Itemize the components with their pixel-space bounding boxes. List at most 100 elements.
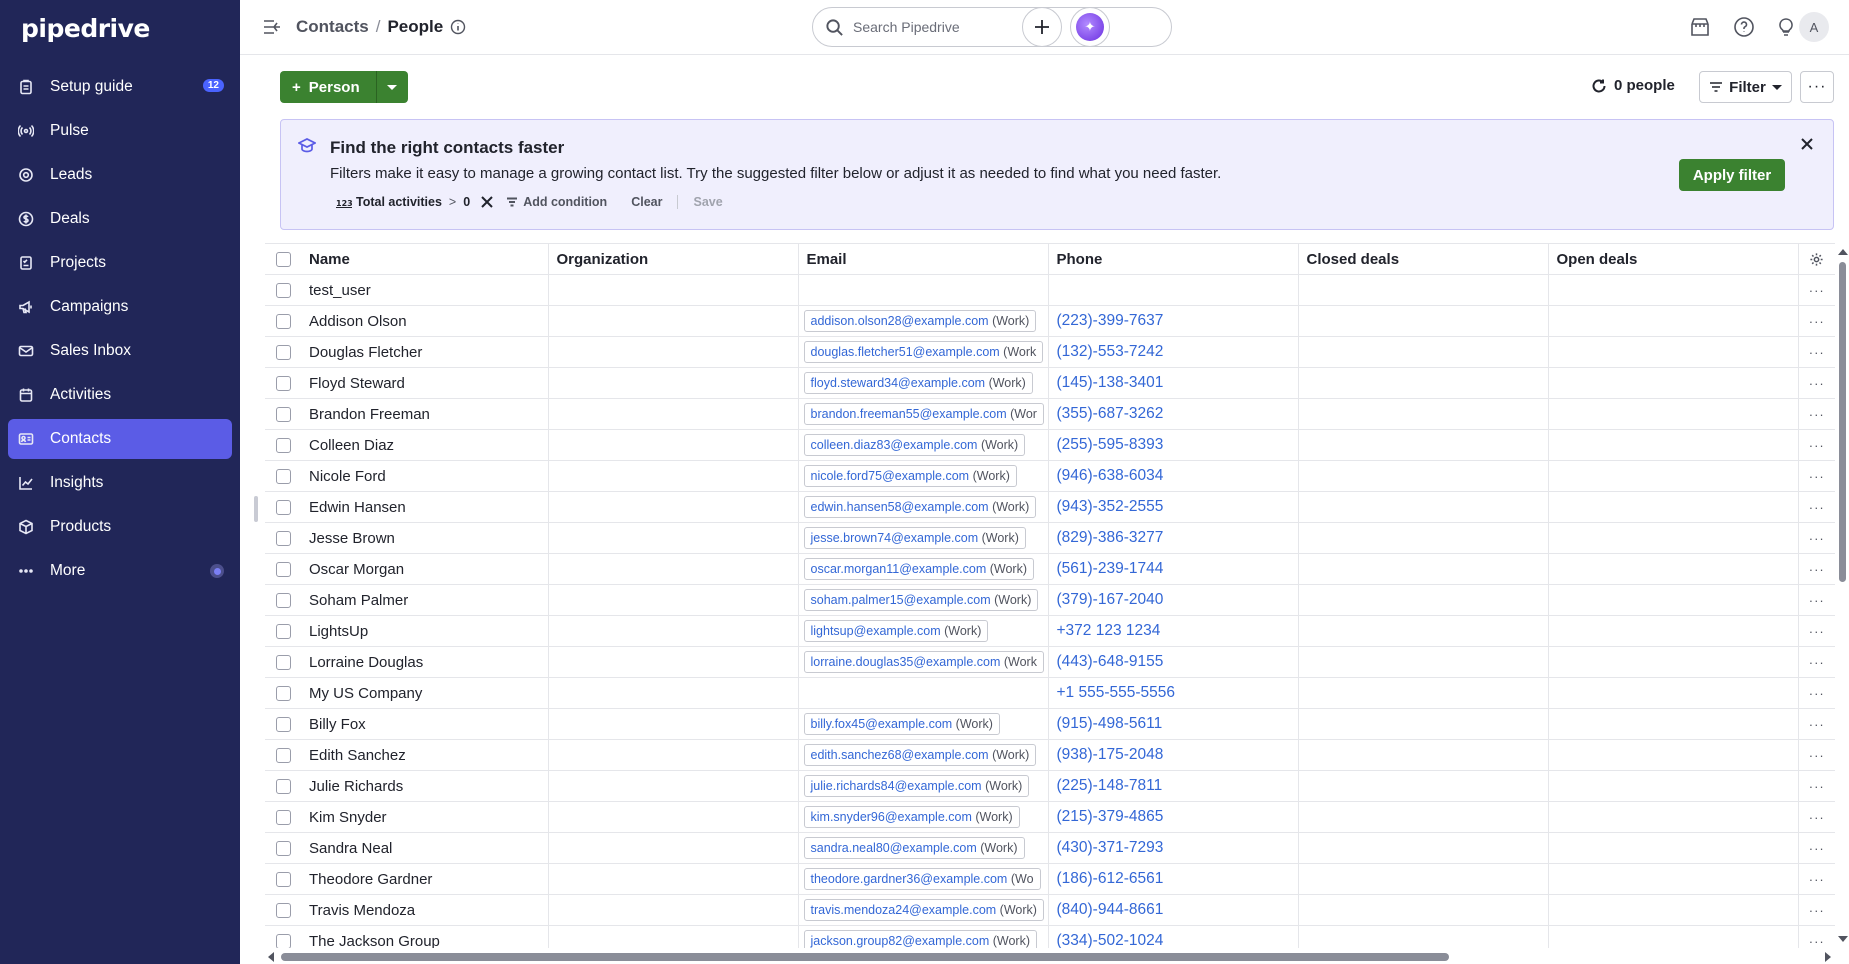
phone-link[interactable]: (943)-352-2555 — [1057, 498, 1164, 515]
open-deals-cell[interactable] — [1548, 584, 1799, 616]
sidebar-item-contacts[interactable]: Contacts — [8, 419, 232, 459]
email-chip[interactable]: floyd.steward34@example.com (Work) — [803, 372, 1033, 394]
open-deals-cell[interactable] — [1548, 429, 1799, 461]
email-chip[interactable]: billy.fox45@example.com (Work) — [803, 713, 1000, 735]
table-row[interactable]: The Jackson Group jackson.group82@example… — [265, 925, 1835, 948]
sidebar-item-more[interactable]: More — [8, 551, 232, 591]
sidebar-item-sales-inbox[interactable]: Sales Inbox — [8, 331, 232, 371]
phone-link[interactable]: (829)-386-3277 — [1057, 529, 1164, 546]
open-deals-cell[interactable] — [1548, 336, 1799, 368]
row-checkbox[interactable] — [275, 407, 291, 423]
table-row[interactable]: Douglas Fletcher douglas.fletcher51@examp… — [265, 336, 1835, 368]
organization-cell[interactable] — [548, 894, 799, 926]
column-header-phone[interactable]: Phone — [1048, 243, 1299, 275]
select-all-checkbox[interactable] — [275, 252, 291, 268]
email-address[interactable]: sandra.neal80@example.com — [811, 841, 977, 855]
email-address[interactable]: oscar.morgan11@example.com — [811, 562, 987, 576]
email-address[interactable]: billy.fox45@example.com — [811, 717, 953, 731]
phone-cell[interactable]: (840)-944-8661 — [1048, 894, 1299, 926]
email-cell[interactable]: jesse.brown74@example.com (Work) — [798, 522, 1049, 554]
phone-cell[interactable]: (443)-648-9155 — [1048, 646, 1299, 678]
row-menu-button[interactable]: ··· — [1809, 500, 1825, 515]
phone-cell[interactable]: +372 123 1234 — [1048, 615, 1299, 647]
phone-link[interactable]: (334)-502-1024 — [1057, 932, 1164, 948]
name-cell[interactable]: Oscar Morgan — [301, 553, 549, 585]
organization-cell[interactable] — [548, 305, 799, 337]
open-deals-cell[interactable] — [1548, 522, 1799, 554]
open-deals-cell[interactable] — [1548, 801, 1799, 833]
organization-cell[interactable] — [548, 429, 799, 461]
row-checkbox[interactable] — [275, 779, 291, 795]
email-cell[interactable]: douglas.fletcher51@example.com (Work — [798, 336, 1049, 368]
phone-link[interactable]: +1 555-555-5556 — [1057, 684, 1176, 701]
table-row[interactable]: Addison Olson addison.olson28@example.com… — [265, 305, 1835, 337]
phone-cell[interactable]: (255)-595-8393 — [1048, 429, 1299, 461]
close-icon[interactable] — [1799, 136, 1815, 152]
name-cell[interactable]: My US Company — [301, 677, 549, 709]
phone-cell[interactable]: (915)-498-5611 — [1048, 708, 1299, 740]
row-menu-button[interactable]: ··· — [1809, 810, 1825, 825]
phone-link[interactable]: (561)-239-1744 — [1057, 560, 1164, 577]
scroll-right-arrow-icon[interactable] — [1825, 952, 1831, 962]
organization-cell[interactable] — [548, 398, 799, 430]
organization-cell[interactable] — [548, 832, 799, 864]
email-cell[interactable] — [798, 677, 1049, 709]
phone-link[interactable]: (255)-595-8393 — [1057, 436, 1164, 453]
row-menu-button[interactable]: ··· — [1809, 469, 1825, 484]
email-chip[interactable]: jackson.group82@example.com (Work) — [803, 930, 1038, 948]
email-chip[interactable]: oscar.morgan11@example.com (Work) — [803, 558, 1034, 580]
breadcrumb-contacts[interactable]: Contacts — [296, 17, 369, 37]
row-menu-button[interactable]: ··· — [1809, 376, 1825, 391]
email-chip[interactable]: colleen.diaz83@example.com (Work) — [803, 434, 1026, 456]
email-chip[interactable]: lorraine.douglas35@example.com (Work — [803, 651, 1044, 673]
closed-deals-cell[interactable] — [1298, 274, 1549, 306]
email-address[interactable]: floyd.steward34@example.com — [811, 376, 986, 390]
phone-cell[interactable]: (943)-352-2555 — [1048, 491, 1299, 523]
phone-link[interactable]: (223)-399-7637 — [1057, 312, 1164, 329]
closed-deals-cell[interactable] — [1298, 305, 1549, 337]
email-address[interactable]: brandon.freeman55@example.com — [811, 407, 1007, 421]
row-checkbox[interactable] — [275, 810, 291, 826]
column-header-closed-deals[interactable]: Closed deals — [1298, 243, 1549, 275]
row-menu-button[interactable]: ··· — [1809, 314, 1825, 329]
table-row[interactable]: Travis Mendoza travis.mendoza24@example.c… — [265, 894, 1835, 926]
email-address[interactable]: edwin.hansen58@example.com — [811, 500, 989, 514]
name-cell[interactable]: Kim Snyder — [301, 801, 549, 833]
organization-cell[interactable] — [548, 336, 799, 368]
table-row[interactable]: Sandra Neal sandra.neal80@example.com (Wo… — [265, 832, 1835, 864]
email-cell[interactable]: lorraine.douglas35@example.com (Work — [798, 646, 1049, 678]
organization-cell[interactable] — [548, 584, 799, 616]
organization-cell[interactable] — [548, 460, 799, 492]
name-cell[interactable]: Theodore Gardner — [301, 863, 549, 895]
open-deals-cell[interactable] — [1548, 863, 1799, 895]
row-menu-button[interactable]: ··· — [1809, 686, 1825, 701]
closed-deals-cell[interactable] — [1298, 677, 1549, 709]
open-deals-cell[interactable] — [1548, 646, 1799, 678]
name-cell[interactable]: Sandra Neal — [301, 832, 549, 864]
organization-cell[interactable] — [548, 615, 799, 647]
table-row[interactable]: Edith Sanchez edith.sanchez68@example.com… — [265, 739, 1835, 771]
table-row[interactable]: Oscar Morgan oscar.morgan11@example.com (… — [265, 553, 1835, 585]
table-row[interactable]: Julie Richards julie.richards84@example.c… — [265, 770, 1835, 802]
column-header-name[interactable]: Name — [301, 243, 549, 275]
phone-cell[interactable]: +1 555-555-5556 — [1048, 677, 1299, 709]
phone-cell[interactable]: (355)-687-3262 — [1048, 398, 1299, 430]
email-address[interactable]: julie.richards84@example.com — [811, 779, 982, 793]
row-menu-button[interactable]: ··· — [1809, 624, 1825, 639]
email-cell[interactable]: soham.palmer15@example.com (Work) — [798, 584, 1049, 616]
organization-cell[interactable] — [548, 553, 799, 585]
email-cell[interactable]: nicole.ford75@example.com (Work) — [798, 460, 1049, 492]
phone-link[interactable]: (215)-379-4865 — [1057, 808, 1164, 825]
row-menu-button[interactable]: ··· — [1809, 748, 1825, 763]
email-address[interactable]: nicole.ford75@example.com — [811, 469, 970, 483]
email-address[interactable]: addison.olson28@example.com — [811, 314, 989, 328]
phone-link[interactable]: (145)-138-3401 — [1057, 374, 1164, 391]
phone-link[interactable]: (946)-638-6034 — [1057, 467, 1164, 484]
email-cell[interactable]: jackson.group82@example.com (Work) — [798, 925, 1049, 948]
email-cell[interactable]: oscar.morgan11@example.com (Work) — [798, 553, 1049, 585]
row-menu-button[interactable]: ··· — [1809, 531, 1825, 546]
email-cell[interactable]: edwin.hansen58@example.com (Work) — [798, 491, 1049, 523]
email-chip[interactable]: julie.richards84@example.com (Work) — [803, 775, 1030, 797]
phone-cell[interactable]: (132)-553-7242 — [1048, 336, 1299, 368]
lightbulb-icon[interactable] — [1775, 16, 1797, 38]
